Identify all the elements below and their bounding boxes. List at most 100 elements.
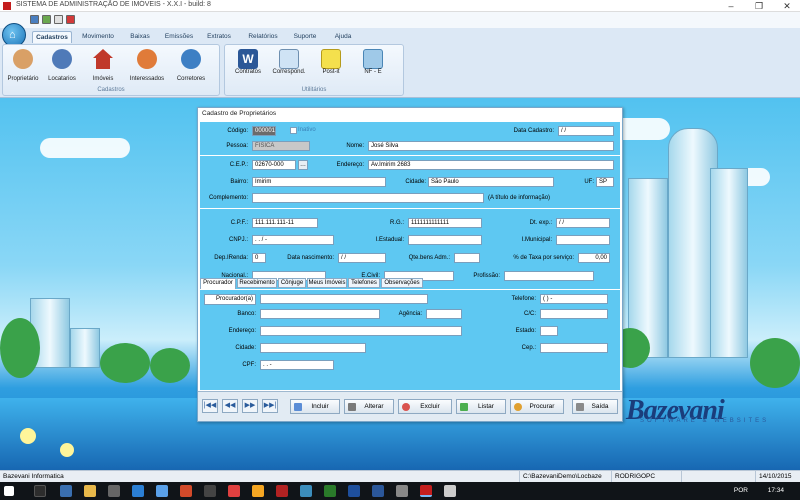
quick-access-toolbar <box>0 12 800 28</box>
proprietario-button[interactable]: Proprietário <box>5 47 41 87</box>
profissao-field[interactable] <box>504 271 594 281</box>
app-icon-5[interactable] <box>252 485 264 497</box>
sistema-task-icon[interactable] <box>420 485 432 497</box>
start-icon[interactable] <box>4 486 14 496</box>
app-icon-2[interactable] <box>156 485 168 497</box>
proc-cidade-field[interactable] <box>260 343 366 353</box>
tab-relatorios[interactable]: Relatórios <box>244 31 282 43</box>
nfe-button[interactable]: NF - E <box>353 47 393 87</box>
filezilla-icon[interactable] <box>228 485 240 497</box>
tab-recebimento[interactable]: Recebimento <box>237 278 277 288</box>
uf-field[interactable]: SP <box>596 177 614 187</box>
home-icon: ⌂ <box>9 29 16 41</box>
tab-baixas[interactable]: Baixas <box>124 31 156 43</box>
locatarios-button[interactable]: Locatarios <box>43 47 81 87</box>
dtexp-field[interactable]: / / <box>556 218 610 228</box>
codigo-field[interactable]: 000001 <box>252 126 276 136</box>
inativo-checkbox[interactable] <box>290 127 297 134</box>
procurador-field[interactable] <box>260 294 428 304</box>
edge-icon[interactable] <box>60 485 72 497</box>
incluir-button[interactable]: Incluir <box>290 399 340 414</box>
iestadual-field[interactable] <box>408 235 482 245</box>
language-indicator[interactable]: POR <box>734 487 748 494</box>
cep-field[interactable]: 02670-000 <box>252 160 296 170</box>
alterar-button[interactable]: Alterar <box>344 399 394 414</box>
ribbon: ⌂ Cadastros Movimento Baixas Emissões Ex… <box>0 12 800 98</box>
app-icon-1[interactable] <box>132 485 144 497</box>
terminal-icon[interactable] <box>324 485 336 497</box>
folder-icon[interactable] <box>84 485 96 497</box>
taxa-field[interactable]: 0,00 <box>578 253 610 263</box>
previous-record-button[interactable]: ◀◀ <box>222 399 238 413</box>
complemento-field[interactable] <box>252 193 484 203</box>
tab-procurador[interactable]: Procurador <box>200 278 236 289</box>
banco-field[interactable] <box>260 309 380 319</box>
qtebens-label: Qte.bens Adm.: <box>408 255 450 261</box>
word-task-icon[interactable] <box>372 485 384 497</box>
clock[interactable]: 17:34 <box>768 487 784 494</box>
bazevani-tagline: SOFTWARE & WEBSITES <box>640 418 770 424</box>
qat-save-icon[interactable] <box>30 15 39 24</box>
close-button[interactable]: ✕ <box>774 0 800 12</box>
correspond-button[interactable]: Correspond. <box>269 47 309 87</box>
cnpj-field[interactable]: . . / - <box>252 235 334 245</box>
last-record-button[interactable]: ▶▶| <box>262 399 278 413</box>
rg-field[interactable]: 1111111111111 <box>408 218 482 228</box>
taskview-icon[interactable] <box>34 485 46 497</box>
minimize-button[interactable]: – <box>718 0 744 12</box>
excluir-button[interactable]: Excluir <box>398 399 452 414</box>
depirenda-field[interactable]: 0 <box>252 253 266 263</box>
next-record-button[interactable]: ▶▶ <box>242 399 258 413</box>
nome-field[interactable]: José Silva <box>368 141 614 151</box>
tab-observacoes[interactable]: Observações <box>381 278 423 288</box>
app-icon-9[interactable] <box>396 485 408 497</box>
agencia-field[interactable] <box>426 309 462 319</box>
bairro-field[interactable]: Imirim <box>252 177 386 187</box>
app-icon-3[interactable] <box>180 485 192 497</box>
postit-button[interactable]: Post-it <box>313 47 349 87</box>
procurar-button[interactable]: Procurar <box>510 399 564 414</box>
data-cadastro-field[interactable]: / / <box>558 126 614 136</box>
telefone-field[interactable]: ( ) - <box>540 294 608 304</box>
qat-exit-icon[interactable] <box>66 15 75 24</box>
tab-extratos[interactable]: Extratos <box>202 31 236 43</box>
cpf-field[interactable]: 111.111.111-11 <box>252 218 318 228</box>
imoveis-button[interactable]: Imóveis <box>85 47 121 87</box>
tab-ajuda[interactable]: Ajuda <box>328 31 358 43</box>
interessados-button[interactable]: Interessados <box>125 47 169 87</box>
listar-button[interactable]: Listar <box>456 399 506 414</box>
app-icon-10[interactable] <box>444 485 456 497</box>
tab-emissoes[interactable]: Emissões <box>162 31 196 43</box>
qat-calc-icon[interactable] <box>54 15 63 24</box>
app-icon-6[interactable] <box>276 485 288 497</box>
tab-cadastros[interactable]: Cadastros <box>32 31 72 43</box>
corretores-button[interactable]: Corretores <box>171 47 211 87</box>
proc-cep-field[interactable] <box>540 343 608 353</box>
datanasc-field[interactable]: / / <box>338 253 386 263</box>
endereco-field[interactable]: Av.Imirim 2683 <box>368 160 614 170</box>
estado-field[interactable] <box>540 326 558 336</box>
tab-suporte[interactable]: Suporte <box>288 31 322 43</box>
cc-field[interactable] <box>540 309 608 319</box>
qat-print-icon[interactable] <box>42 15 51 24</box>
tab-meus-imoveis[interactable]: Meus Imóveis <box>307 278 347 288</box>
pessoa-select[interactable]: FISICA <box>252 141 310 151</box>
proc-endereco-field[interactable] <box>260 326 462 336</box>
maximize-button[interactable]: ❐ <box>746 0 772 12</box>
tab-conjuge[interactable]: Cônjuge <box>278 278 306 288</box>
app-icon-8[interactable] <box>348 485 360 497</box>
contratos-button[interactable]: W Contratos <box>229 47 267 87</box>
app-icon-4[interactable] <box>204 485 216 497</box>
imunicipal-field[interactable] <box>556 235 610 245</box>
tab-movimento[interactable]: Movimento <box>78 31 118 43</box>
store-icon[interactable] <box>108 485 120 497</box>
add-icon <box>294 403 302 411</box>
saida-button[interactable]: Saída <box>572 399 618 414</box>
cep-lookup-button[interactable]: … <box>298 160 308 170</box>
cidade-field[interactable]: São Paulo <box>428 177 554 187</box>
tab-telefones[interactable]: Telefones <box>348 278 380 288</box>
first-record-button[interactable]: |◀◀ <box>202 399 218 413</box>
app-icon-7[interactable] <box>300 485 312 497</box>
proc-cpf-field[interactable]: . . - <box>260 360 334 370</box>
qtebens-field[interactable] <box>454 253 480 263</box>
